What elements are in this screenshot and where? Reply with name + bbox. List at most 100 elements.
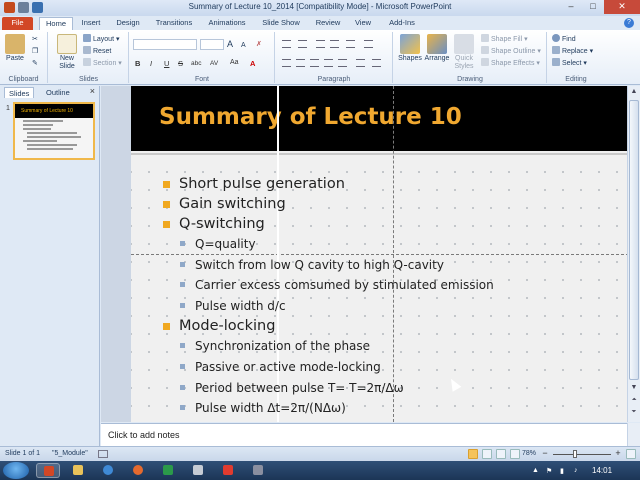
tab-design[interactable]: Design (112, 17, 144, 30)
zoom-in-button[interactable]: + (613, 449, 623, 459)
zoom-level[interactable]: 78% (522, 450, 536, 457)
tab-slide-show[interactable]: Slide Show (258, 17, 304, 30)
flag-icon[interactable]: ⚑ (546, 467, 552, 475)
shape-outline-button[interactable]: Shape Outline ▾ (481, 46, 541, 56)
bullet-item[interactable]: Pulse width Δt=2π/(NΔω) (161, 398, 494, 419)
bullet-text[interactable]: Q=quality (195, 237, 256, 251)
bullet-text[interactable]: Pulse width Δt=2π/(NΔω) (195, 401, 346, 415)
tab-view[interactable]: View (351, 17, 375, 30)
shape-fill-button[interactable]: Shape Fill ▾ (481, 34, 528, 44)
shapes-button[interactable]: Shapes (396, 34, 424, 63)
bullet-item[interactable]: Carrier excess comsumed by stimulated em… (161, 275, 494, 296)
bullet-text[interactable]: Mode-locking (179, 318, 275, 334)
tab-add-ins[interactable]: Add-Ins (384, 17, 420, 30)
slide-editor[interactable]: Summary of Lecture 10 Short pulse genera… (101, 86, 629, 422)
bullet-text[interactable]: Carrier excess comsumed by stimulated em… (195, 278, 494, 292)
change-case-button[interactable]: Aa (230, 59, 239, 66)
bullet-item[interactable]: Switch from low Q cavity to high Q-cavit… (161, 255, 494, 276)
bullet-text[interactable]: Gain switching (179, 196, 286, 212)
cut-icon[interactable]: ✂ (32, 35, 38, 44)
new-slide-button[interactable]: New Slide (53, 34, 81, 71)
italic-button[interactable]: I (150, 59, 152, 68)
bullet-text[interactable]: Pulse width d/c (195, 299, 286, 313)
bullet-item[interactable]: Passive or active mode-locking (161, 357, 494, 378)
tab-home[interactable]: Home (39, 17, 73, 30)
next-slide-icon[interactable]: ⏷ (628, 406, 640, 418)
network-icon[interactable]: ▮ (560, 467, 564, 475)
font-name-combo[interactable] (133, 39, 197, 50)
bullet-text[interactable]: Short pulse generation (179, 176, 345, 192)
start-button-icon[interactable] (3, 462, 29, 479)
slide-thumbnail[interactable]: Summary of Lecture 10 (13, 102, 95, 160)
taskbar-powerpoint-icon[interactable] (36, 463, 60, 478)
tab-slides[interactable]: Slides (4, 87, 35, 98)
bullet-item[interactable]: Pulse width d/c (161, 296, 494, 317)
taskbar-app-icon[interactable] (216, 463, 240, 478)
bullet-list[interactable]: Short pulse generation Gain switching Q-sw… (161, 174, 494, 419)
quick-styles-button[interactable]: Quick Styles (450, 34, 478, 71)
taskbar-app-icon[interactable] (156, 463, 180, 478)
maximize-button[interactable]: □ (582, 0, 604, 14)
taskbar-app-icon[interactable] (126, 463, 150, 478)
scroll-up-icon[interactable]: ▲ (628, 86, 640, 98)
bullet-item[interactable]: Short pulse generation (161, 174, 494, 194)
replace-button[interactable]: Replace ▾ (552, 46, 593, 56)
previous-slide-icon[interactable]: ⏶ (628, 394, 640, 406)
taskbar-media-player-icon[interactable] (96, 463, 120, 478)
bullet-text[interactable]: Period between pulse T= T=2π/Δω (195, 381, 404, 395)
bullet-text[interactable]: Passive or active mode-locking (195, 360, 381, 374)
scrollbar-thumb[interactable] (629, 100, 639, 380)
columns-icon[interactable] (338, 59, 347, 67)
copy-icon[interactable]: ❐ (32, 47, 38, 56)
tab-file[interactable]: File (2, 17, 33, 30)
slide-title[interactable]: Summary of Lecture 10 (159, 104, 462, 130)
clear-formatting-icon[interactable]: ✗ (256, 40, 262, 49)
decrease-indent-icon[interactable] (316, 40, 325, 48)
clock[interactable]: 14:01 (592, 466, 612, 475)
justify-icon[interactable] (324, 59, 333, 67)
tab-animations[interactable]: Animations (204, 17, 250, 30)
shape-effects-button[interactable]: Shape Effects ▾ (481, 58, 540, 68)
slide-sorter-button[interactable] (482, 449, 492, 459)
bullet-item[interactable]: Q-switching (161, 214, 494, 234)
taskbar-explorer-icon[interactable] (66, 463, 90, 478)
shrink-font-button[interactable]: A (241, 41, 246, 50)
tray-expand-icon[interactable]: ▲ (532, 467, 539, 474)
spell-check-icon[interactable] (98, 450, 108, 458)
minimize-button[interactable]: – (560, 0, 582, 14)
bullet-item[interactable]: Gain switching (161, 194, 494, 214)
font-size-combo[interactable] (200, 39, 224, 50)
scroll-down-icon[interactable]: ▼ (628, 382, 640, 394)
reading-view-button[interactable] (496, 449, 506, 459)
tab-review[interactable]: Review (313, 17, 343, 30)
font-color-button[interactable]: A (250, 59, 255, 68)
layout-button[interactable]: Layout ▾ (83, 34, 120, 44)
slide-show-button[interactable] (510, 449, 520, 459)
notes-scrollbar[interactable] (627, 423, 640, 446)
help-icon[interactable]: ? (624, 18, 634, 28)
grow-font-button[interactable]: A (227, 40, 233, 49)
format-painter-icon[interactable]: ✎ (32, 59, 38, 68)
notes-placeholder[interactable]: Click to add notes (108, 430, 180, 440)
reset-button[interactable]: Reset (83, 46, 111, 56)
find-button[interactable]: Find (552, 34, 576, 44)
bullet-text[interactable]: Synchronization of the phase (195, 339, 370, 353)
smartart-icon[interactable] (372, 59, 381, 67)
bullets-icon[interactable] (282, 40, 291, 48)
zoom-out-button[interactable]: − (540, 449, 550, 459)
align-text-icon[interactable] (356, 59, 365, 67)
line-spacing-icon[interactable] (346, 40, 355, 48)
bullet-item[interactable]: Period between pulse T= T=2π/Δω (161, 378, 494, 399)
section-button[interactable]: Section ▾ (83, 58, 122, 68)
numbering-icon[interactable] (298, 40, 307, 48)
volume-icon[interactable]: ♪ (574, 467, 578, 474)
zoom-slider-knob[interactable] (573, 450, 577, 458)
bold-button[interactable]: B (135, 59, 140, 68)
notes-pane[interactable]: Click to add notes (101, 423, 627, 446)
normal-view-button[interactable] (468, 449, 478, 459)
bullet-text[interactable]: Q-switching (179, 216, 265, 232)
text-direction-icon[interactable] (364, 40, 373, 48)
taskbar-app-icon[interactable] (246, 463, 270, 478)
character-spacing-button[interactable]: AV (210, 60, 218, 67)
bullet-item[interactable]: Synchronization of the phase (161, 336, 494, 357)
